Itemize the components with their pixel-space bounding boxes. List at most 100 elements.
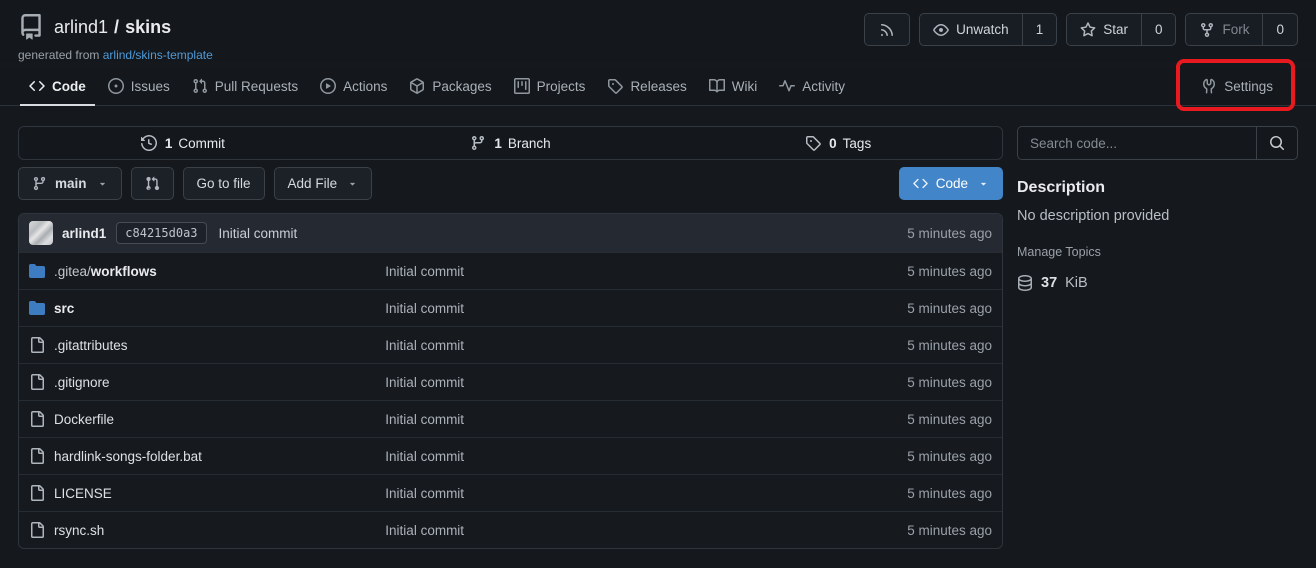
file-table: arlind1 c84215d0a3 Initial commit 5 minu… <box>18 213 1003 549</box>
commits-link[interactable]: 1 Commit <box>19 135 347 151</box>
rss-button[interactable] <box>864 13 910 46</box>
generated-from-label: generated from <box>18 48 99 62</box>
repo-tabs: CodeIssues Pull Requests Actions Packages Pr… <box>18 68 856 105</box>
tag-icon <box>805 135 821 151</box>
file-link[interactable]: Dockerfile <box>54 412 114 427</box>
file-row: .gitignoreInitial commit5 minutes ago <box>19 363 1002 400</box>
watch-group: Unwatch 1 <box>919 13 1057 46</box>
repo-toolbar: main Go to file Add File <box>18 167 1003 200</box>
tab-label: Wiki <box>732 79 758 94</box>
branches-link[interactable]: 1 Branch <box>347 135 675 151</box>
unwatch-button[interactable]: Unwatch <box>920 14 1022 45</box>
file-link[interactable]: rsync.sh <box>54 523 104 538</box>
tab-packages[interactable]: Packages <box>398 68 502 105</box>
file-icon <box>29 411 45 427</box>
folder-icon <box>29 263 45 279</box>
file-commit-message[interactable]: Initial commit <box>385 375 907 390</box>
file-link[interactable]: LICENSE <box>54 486 112 501</box>
file-link[interactable]: .gitea/workflows <box>54 264 157 279</box>
description-text: No description provided <box>1017 208 1298 224</box>
commit-hash-link[interactable]: c84215d0a3 <box>116 222 206 244</box>
file-row: hardlink-songs-folder.batInitial commit5… <box>19 437 1002 474</box>
search-button[interactable] <box>1256 127 1297 159</box>
watchers-count[interactable]: 1 <box>1022 14 1057 45</box>
tab-releases[interactable]: Releases <box>596 68 697 105</box>
generated-from: generated from arlind/skins-template <box>18 48 1298 62</box>
file-commit-message[interactable]: Initial commit <box>385 523 907 538</box>
search-code-input[interactable] <box>1018 127 1256 159</box>
manage-topics-link[interactable]: Manage Topics <box>1017 245 1298 259</box>
repo-main-column: 1 Commit 1 Branch 0 Tags <box>18 126 1003 549</box>
file-commit-message[interactable]: Initial commit <box>385 486 907 501</box>
file-name-cell: hardlink-songs-folder.bat <box>29 448 385 464</box>
file-commit-time: 5 minutes ago <box>907 301 992 316</box>
template-repo-link[interactable]: arlind/skins-template <box>103 48 213 62</box>
code-button-label: Code <box>936 176 968 191</box>
tab-activity[interactable]: Activity <box>768 68 856 105</box>
file-commit-message[interactable]: Initial commit <box>385 301 907 316</box>
avatar[interactable] <box>29 221 53 245</box>
commit-count: 1 <box>165 136 173 151</box>
tab-projects[interactable]: Projects <box>503 68 597 105</box>
tab-issues[interactable]: Issues <box>97 68 181 105</box>
file-link[interactable]: .gitattributes <box>54 338 128 353</box>
chevron-down-icon <box>978 178 989 189</box>
file-name-cell: src <box>29 300 385 316</box>
file-link[interactable]: src <box>54 301 74 316</box>
tools-icon <box>1201 78 1217 94</box>
tab-code[interactable]: Code <box>18 68 97 105</box>
file-row: src Initial commit5 minutes ago <box>19 289 1002 326</box>
tab-wiki[interactable]: Wiki <box>698 68 769 105</box>
file-name: .gitignore <box>54 375 110 390</box>
branch-count-label: Branch <box>508 136 551 151</box>
code-download-button[interactable]: Code <box>899 167 1003 200</box>
file-link[interactable]: hardlink-songs-folder.bat <box>54 449 202 464</box>
star-icon <box>1080 22 1096 38</box>
file-commit-message[interactable]: Initial commit <box>385 412 907 427</box>
stars-count[interactable]: 0 <box>1141 14 1176 45</box>
file-link[interactable]: .gitignore <box>54 375 110 390</box>
file-commit-time: 5 minutes ago <box>907 523 992 538</box>
compare-button[interactable] <box>131 167 174 200</box>
code-icon <box>29 78 45 94</box>
file-icon <box>29 374 45 390</box>
fork-button[interactable]: Fork <box>1186 14 1262 45</box>
fork-label: Fork <box>1222 22 1249 37</box>
go-to-file-button[interactable]: Go to file <box>183 167 265 200</box>
add-file-button[interactable]: Add File <box>274 167 373 200</box>
tab-label: Actions <box>343 79 387 94</box>
branch-selector[interactable]: main <box>18 167 122 200</box>
file-commit-message[interactable]: Initial commit <box>385 264 907 279</box>
go-to-file-label: Go to file <box>197 176 251 191</box>
repo-size: 37 KiB <box>1017 275 1298 291</box>
file-icon <box>29 522 45 538</box>
commit-message-link[interactable]: Initial commit <box>219 226 298 241</box>
tab-label: Pull Requests <box>215 79 298 94</box>
latest-commit-row: arlind1 c84215d0a3 Initial commit 5 minu… <box>19 214 1002 252</box>
repo-size-value: 37 <box>1041 275 1057 291</box>
file-name-cell: LICENSE <box>29 485 385 501</box>
file-row: .gitea/workflowsInitial commit5 minutes … <box>19 252 1002 289</box>
star-button[interactable]: Star <box>1067 14 1141 45</box>
repo-title: arlind1 / skins <box>54 17 171 38</box>
fork-icon <box>1199 22 1215 38</box>
file-name-cell: .gitattributes <box>29 337 385 353</box>
repo-owner-link[interactable]: arlind1 <box>54 17 108 38</box>
forks-count[interactable]: 0 <box>1262 14 1297 45</box>
tags-link[interactable]: 0 Tags <box>674 135 1002 151</box>
file-row: DockerfileInitial commit5 minutes ago <box>19 400 1002 437</box>
file-icon <box>29 485 45 501</box>
chevron-down-icon <box>97 178 108 189</box>
tab-label: Packages <box>432 79 491 94</box>
tab-settings[interactable]: Settings <box>1190 68 1284 105</box>
add-file-label: Add File <box>288 176 338 191</box>
file-rows: .gitea/workflowsInitial commit5 minutes … <box>19 252 1002 548</box>
file-commit-message[interactable]: Initial commit <box>385 449 907 464</box>
repo-icon <box>18 14 44 40</box>
file-name-cell: rsync.sh <box>29 522 385 538</box>
tab-actions[interactable]: Actions <box>309 68 398 105</box>
file-commit-message[interactable]: Initial commit <box>385 338 907 353</box>
commit-author-link[interactable]: arlind1 <box>62 226 106 241</box>
repo-name-link[interactable]: skins <box>125 17 171 38</box>
tab-pull-requests[interactable]: Pull Requests <box>181 68 309 105</box>
